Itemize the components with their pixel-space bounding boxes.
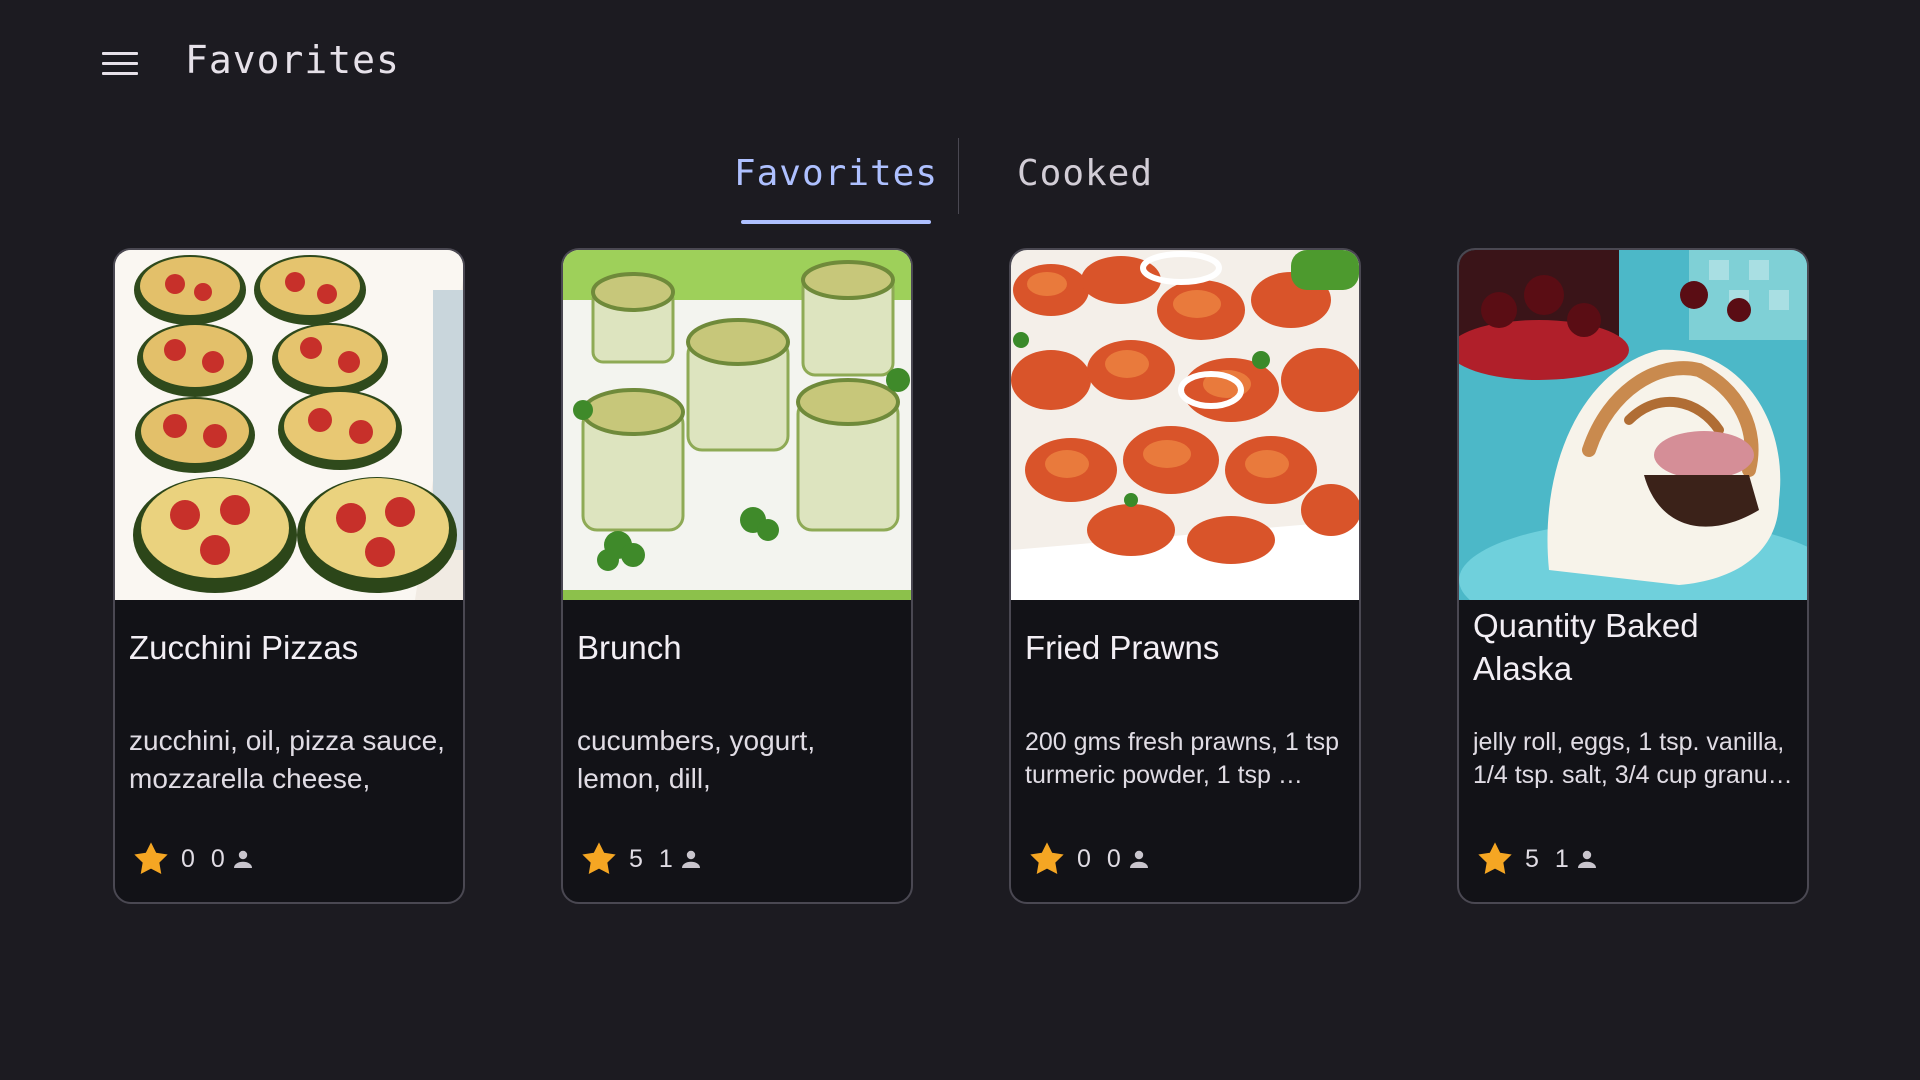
rating-value: 0	[181, 844, 195, 873]
recipe-title: Zucchini Pizzas	[129, 629, 359, 666]
cooked-count: 1	[658, 844, 673, 873]
recipe-title: Brunch	[577, 629, 682, 666]
person-icon	[681, 850, 700, 868]
recipe-ingredients: jelly roll, eggs, 1 tsp. vanilla, 1/4 ts…	[1473, 728, 1793, 789]
star-icon	[1478, 842, 1512, 875]
tab-favorites[interactable]: Favorites	[730, 136, 942, 226]
cooked-count: 0	[210, 844, 225, 873]
cooked-count: 0	[1106, 844, 1121, 873]
recipe-card[interactable]: Quantity Baked Alaska jelly roll, eggs, …	[1457, 248, 1809, 904]
recipe-card[interactable]: Zucchini Pizzas zucchini, oil, pizza sau…	[113, 248, 465, 904]
cucumber-rolls-photo	[563, 250, 911, 600]
person-icon	[1129, 850, 1148, 868]
top-app-bar: Favorites	[0, 0, 1920, 126]
rating-value: 5	[1525, 844, 1539, 873]
tab-cooked[interactable]: Cooked	[980, 136, 1190, 226]
rating-value: 5	[629, 844, 643, 873]
tab-selected-indicator	[741, 220, 931, 224]
page-title: Favorites	[185, 38, 400, 82]
fried-prawns-photo	[1011, 250, 1359, 600]
recipe-image	[1011, 250, 1359, 600]
tab-divider	[958, 138, 959, 214]
recipe-image	[115, 250, 463, 600]
recipe-ingredients: zucchini, oil, pizza sauce, mozzarella c…	[129, 725, 445, 794]
recipe-card[interactable]: Fried Prawns 200 gms fresh prawns, 1 tsp…	[1009, 248, 1361, 904]
recipe-title: Fried Prawns	[1025, 629, 1220, 666]
recipe-stats: 5 1	[579, 837, 703, 881]
recipe-title: Quantity Baked Alaska	[1473, 607, 1699, 687]
recipe-ingredients: cucumbers, yogurt, lemon, dill,	[577, 725, 816, 794]
person-icon	[1577, 850, 1596, 868]
tab-bar: Favorites Cooked	[0, 136, 1920, 226]
star-icon	[1030, 842, 1064, 875]
recipe-stats: 5 1	[1475, 837, 1599, 881]
recipe-image	[1459, 250, 1807, 600]
hamburger-menu-icon[interactable]	[100, 48, 140, 80]
recipe-card[interactable]: Brunch cucumbers, yogurt, lemon, dill, 5…	[561, 248, 913, 904]
baked-alaska-photo	[1459, 250, 1807, 600]
cooked-count: 1	[1554, 844, 1569, 873]
recipe-stats: 0 0	[1027, 837, 1151, 881]
person-icon	[233, 850, 252, 868]
rating-value: 0	[1077, 844, 1091, 873]
recipe-image	[563, 250, 911, 600]
zucchini-pizzas-photo	[115, 250, 463, 600]
recipe-ingredients: 200 gms fresh prawns, 1 tsp turmeric pow…	[1025, 728, 1340, 789]
star-icon	[582, 842, 616, 875]
recipe-stats: 0 0	[131, 837, 255, 881]
star-icon	[134, 842, 168, 875]
recipe-grid: Zucchini Pizzas zucchini, oil, pizza sau…	[0, 248, 1920, 904]
